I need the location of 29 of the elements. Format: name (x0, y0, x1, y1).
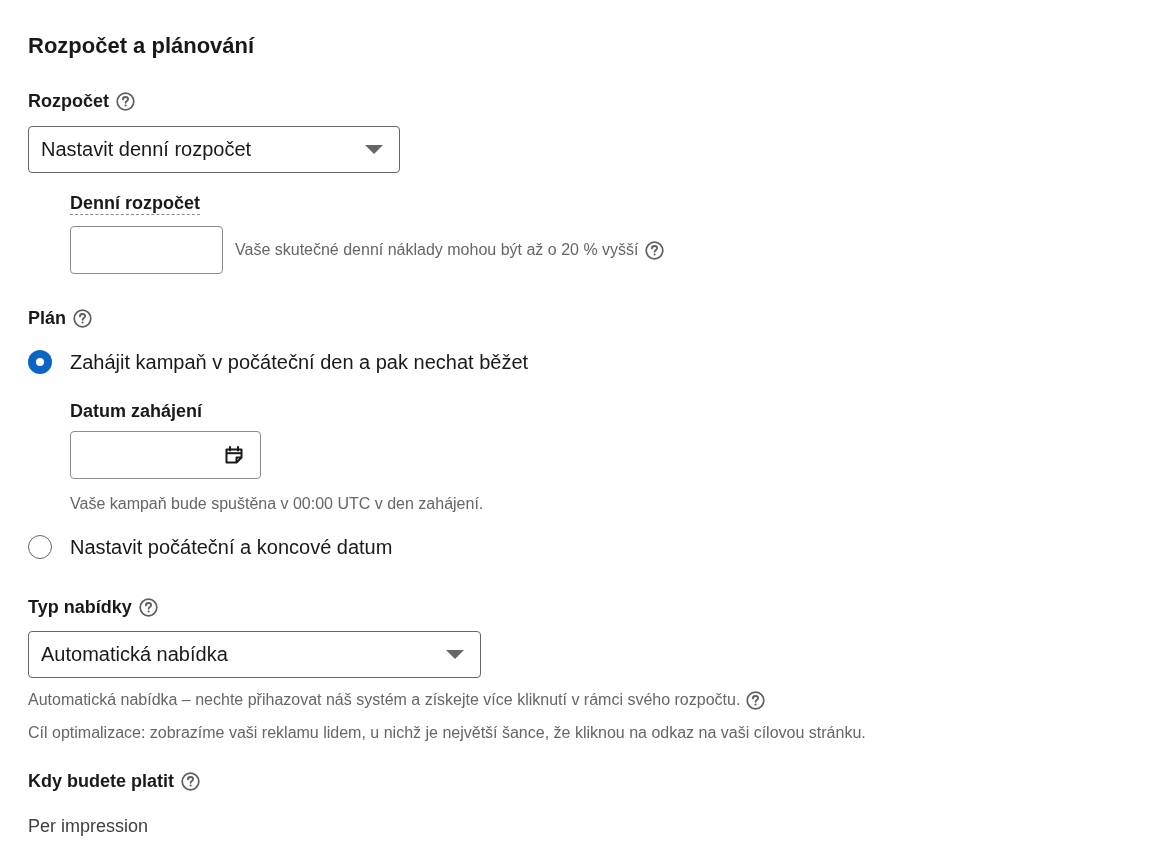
field-label: Typ nabídky (28, 596, 132, 619)
field-label: Datum zahájení (70, 400, 203, 423)
calendar-icon[interactable] (224, 445, 244, 465)
hint-text: Cíl optimalizace: zobrazíme vaši reklamu lidem, u nichž je největší šance, že kliknou na odkaz na vaši cílovou stránku. (28, 723, 866, 743)
budget-dropdown[interactable]: Nastavit denní rozpočet (28, 126, 400, 173)
date-input-field[interactable] (70, 431, 261, 479)
field-label: Plán (28, 307, 66, 330)
help-icon[interactable] (746, 690, 766, 710)
field-label: Rozpočet (28, 90, 109, 113)
field-label: Denní rozpočet (70, 192, 200, 215)
help-icon[interactable] (181, 771, 200, 791)
caret-icon (446, 650, 464, 659)
section-title: Rozpočet a plánování (28, 32, 255, 60)
hint-text: Vaše kampaň bude spuštěna v 00:00 UTC v den zahájení. (70, 494, 484, 514)
radio-label[interactable]: Nastavit počáteční a koncové datum (70, 534, 393, 560)
radio-label[interactable]: Zahájit kampaň v počáteční den a pak nechat běžet (70, 349, 529, 375)
payment-value: Per impression (28, 815, 149, 838)
field-label: Kdy budete platit (28, 770, 174, 793)
help-icon[interactable] (644, 240, 664, 260)
radio-button[interactable] (28, 350, 52, 374)
help-icon[interactable] (116, 91, 135, 111)
daily-budget-input[interactable] (70, 226, 223, 274)
hint-text: Vaše skutečné denní náklady mohou být až o 20 % vyšší (235, 240, 639, 260)
hint-text: Automatická nabídka – nechte přihazovat náš systém a získejte více kliknutí v rámci svého rozpočtu. (28, 690, 741, 710)
help-icon[interactable] (73, 308, 92, 328)
bid-type-dropdown[interactable]: Automatická nabídka (28, 631, 481, 678)
caret-icon (365, 145, 383, 154)
radio-button[interactable] (28, 535, 52, 559)
help-icon[interactable] (138, 597, 158, 617)
